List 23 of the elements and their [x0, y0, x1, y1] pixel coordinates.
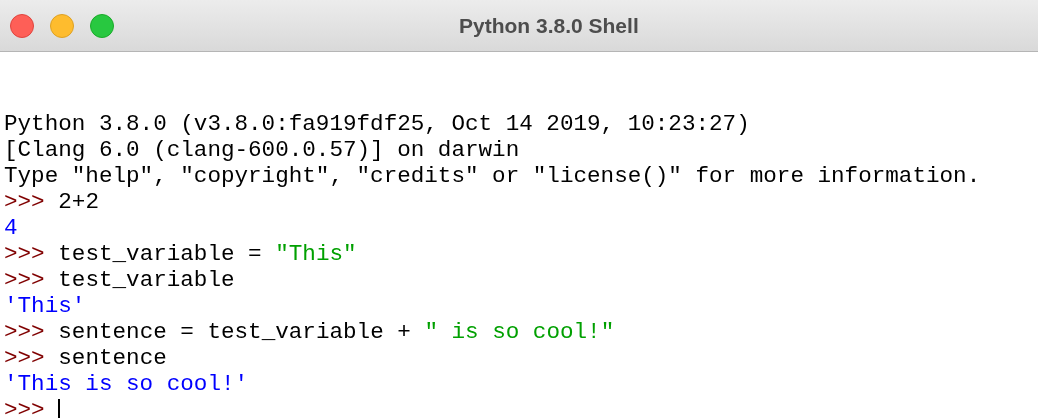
result-text: 4 [4, 215, 18, 241]
code-text: test_variable [58, 267, 235, 293]
prompt-marker: >>> [4, 241, 45, 267]
code-text: sentence [58, 345, 167, 371]
window-title: Python 3.8.0 Shell [459, 13, 639, 38]
code-text: sentence = test_variable + [58, 319, 412, 345]
prompt-marker: >>> [4, 189, 45, 215]
close-button[interactable] [10, 13, 34, 38]
output-text: Type "help", "copyright", "credits" or "license()" for more information. [4, 163, 981, 189]
prompt-marker: >>> [4, 267, 45, 293]
minimize-button[interactable] [50, 13, 74, 38]
code-text: test_variable = [58, 241, 263, 267]
string-literal: "This" [275, 241, 357, 267]
string-literal: " is so cool!" [424, 319, 615, 345]
output-text: Python 3.8.0 (v3.8.0:fa919fdf25, Oct 14 2019, 10:23:27) [4, 111, 750, 137]
prompt-marker: >>> [4, 319, 45, 345]
output-text: [Clang 6.0 (clang-600.0.57)] on darwin [4, 137, 520, 163]
code-text: 2+2 [58, 189, 99, 215]
prompt-marker: >>> [4, 345, 45, 371]
prompt-marker: >>> [4, 397, 45, 418]
result-text: 'This is so cool!' [4, 371, 249, 397]
zoom-button[interactable] [90, 13, 114, 38]
result-text: 'This' [4, 293, 86, 319]
